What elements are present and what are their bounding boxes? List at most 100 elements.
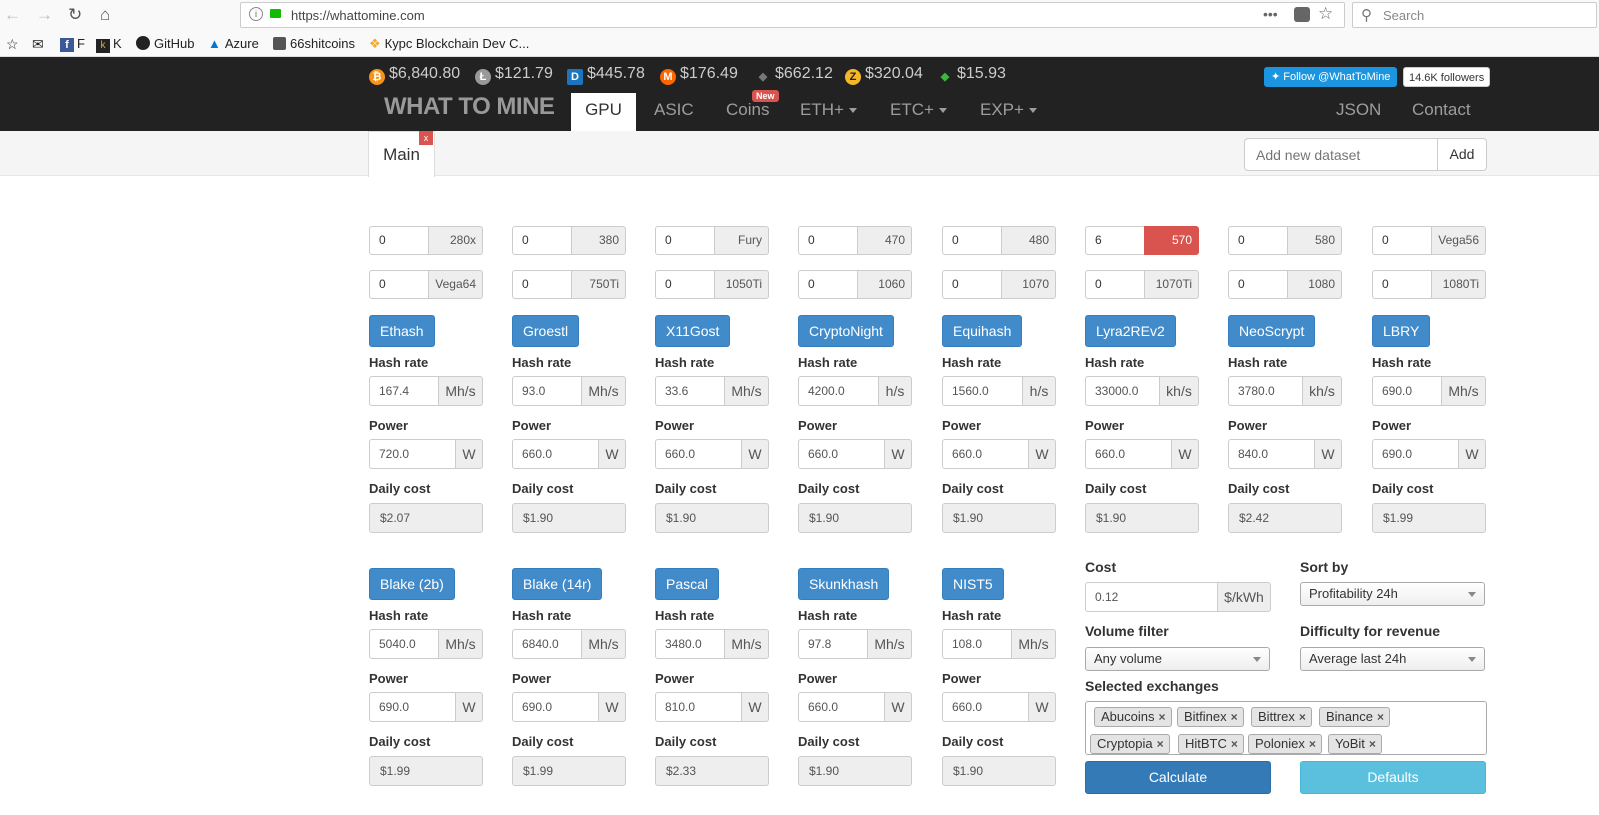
remove-exchange-icon[interactable]: × xyxy=(1309,737,1316,751)
algo-toggle-button[interactable]: Groestl xyxy=(512,315,580,347)
algo-toggle-button[interactable]: NIST5 xyxy=(942,568,1004,600)
hashrate-input[interactable]: 97.8 xyxy=(798,629,868,659)
pocket-icon[interactable] xyxy=(1294,7,1310,22)
bookmark-k[interactable]: kK xyxy=(96,36,122,53)
info-icon[interactable]: i xyxy=(249,7,263,21)
forward-icon[interactable]: → xyxy=(36,5,53,25)
nav-exp-plus[interactable]: EXP+ xyxy=(976,93,1041,131)
power-input[interactable]: 660.0 xyxy=(655,439,742,469)
nav-contact[interactable]: Contact xyxy=(1408,93,1475,131)
algo-toggle-button[interactable]: Blake (2b) xyxy=(369,568,455,600)
power-input[interactable]: 720.0 xyxy=(369,439,456,469)
nav-json[interactable]: JSON xyxy=(1332,93,1385,131)
nav-asic[interactable]: ASIC xyxy=(650,93,698,131)
power-input[interactable]: 660.0 xyxy=(942,439,1029,469)
gpu-count-input[interactable]: 0 xyxy=(1085,270,1145,299)
gpu-model-toggle[interactable]: Fury xyxy=(714,226,769,255)
browser-search-field[interactable]: ⚲ Search xyxy=(1352,2,1597,28)
gpu-count-input[interactable]: 0 xyxy=(942,270,1002,299)
hashrate-input[interactable]: 108.0 xyxy=(942,629,1012,659)
gpu-count-input[interactable]: 0 xyxy=(369,226,429,255)
power-input[interactable]: 660.0 xyxy=(942,692,1029,722)
gpu-count-input[interactable]: 0 xyxy=(512,270,572,299)
algo-toggle-button[interactable]: Lyra2REv2 xyxy=(1085,315,1176,347)
calculate-button[interactable]: Calculate xyxy=(1085,761,1271,794)
power-input[interactable]: 660.0 xyxy=(798,439,885,469)
reload-icon[interactable]: ↻ xyxy=(68,5,82,25)
power-input[interactable]: 840.0 xyxy=(1228,439,1315,469)
gpu-count-input[interactable]: 6 xyxy=(1085,226,1145,255)
twitter-follower-count[interactable]: 14.6K followers xyxy=(1403,67,1491,87)
gpu-count-input[interactable]: 0 xyxy=(1228,226,1288,255)
gpu-model-toggle[interactable]: 1080 xyxy=(1287,270,1342,299)
more-actions-icon[interactable]: ••• xyxy=(1263,6,1278,22)
defaults-button[interactable]: Defaults xyxy=(1300,761,1486,794)
url-text[interactable]: https://whattomine.com xyxy=(291,8,425,23)
gpu-model-toggle[interactable]: 470 xyxy=(857,226,912,255)
hashrate-input[interactable]: 4200.0 xyxy=(798,376,879,406)
exchanges-multiselect[interactable]: Abucoins × Bitfinex × Bittrex × Binance × Crypto… xyxy=(1085,701,1487,755)
hashrate-input[interactable]: 33000.0 xyxy=(1085,376,1160,406)
power-input[interactable]: 660.0 xyxy=(1085,439,1172,469)
gpu-model-toggle[interactable]: 750Ti xyxy=(571,270,626,299)
hashrate-input[interactable]: 5040.0 xyxy=(369,629,439,659)
gpu-model-toggle[interactable]: 580 xyxy=(1287,226,1342,255)
gpu-count-input[interactable]: 0 xyxy=(1372,226,1432,255)
algo-toggle-button[interactable]: X11Gost xyxy=(655,315,731,347)
gpu-model-toggle[interactable]: 480 xyxy=(1001,226,1056,255)
algo-toggle-button[interactable]: Blake (14r) xyxy=(512,568,603,600)
bookmark-star-icon[interactable]: ☆ xyxy=(1318,4,1333,24)
hashrate-input[interactable]: 690.0 xyxy=(1372,376,1442,406)
cost-input[interactable]: 0.12 xyxy=(1085,582,1218,612)
gpu-model-toggle[interactable]: 1070Ti xyxy=(1144,270,1199,299)
remove-exchange-icon[interactable]: × xyxy=(1299,710,1306,724)
algo-toggle-button[interactable]: CryptoNight xyxy=(798,315,894,347)
gpu-count-input[interactable]: 0 xyxy=(655,226,715,255)
close-tab-button[interactable]: x xyxy=(419,131,433,145)
algo-toggle-button[interactable]: Equihash xyxy=(942,315,1023,347)
bookmark-azure[interactable]: ▲ Azure xyxy=(208,36,259,51)
gpu-model-toggle[interactable]: 380 xyxy=(571,226,626,255)
algo-toggle-button[interactable]: LBRY xyxy=(1372,315,1431,347)
bookmark-github[interactable]: GitHub xyxy=(136,36,194,51)
gpu-count-input[interactable]: 0 xyxy=(512,226,572,255)
remove-exchange-icon[interactable]: × xyxy=(1377,710,1384,724)
remove-exchange-icon[interactable]: × xyxy=(1231,710,1238,724)
power-input[interactable]: 810.0 xyxy=(655,692,742,722)
new-dataset-input[interactable] xyxy=(1244,138,1438,171)
gpu-count-input[interactable]: 0 xyxy=(798,226,858,255)
gpu-model-toggle[interactable]: 1060 xyxy=(857,270,912,299)
gpu-model-toggle[interactable]: 1050Ti xyxy=(714,270,769,299)
gpu-count-input[interactable]: 0 xyxy=(369,270,429,299)
add-dataset-button[interactable]: Add xyxy=(1437,138,1487,171)
hashrate-input[interactable]: 93.0 xyxy=(512,376,582,406)
nav-gpu[interactable]: GPU xyxy=(571,93,636,131)
gpu-count-input[interactable]: 0 xyxy=(1228,270,1288,299)
power-input[interactable]: 690.0 xyxy=(512,692,599,722)
hashrate-input[interactable]: 33.6 xyxy=(655,376,725,406)
nav-eth-plus[interactable]: ETH+ xyxy=(796,93,861,131)
gpu-count-input[interactable]: 0 xyxy=(798,270,858,299)
gpu-model-toggle[interactable]: 570 xyxy=(1144,226,1199,255)
gpu-count-input[interactable]: 0 xyxy=(942,226,1002,255)
algo-toggle-button[interactable]: Skunkhash xyxy=(798,568,890,600)
algo-toggle-button[interactable]: Ethash xyxy=(369,315,435,347)
mail-icon[interactable]: ✉ xyxy=(32,36,44,53)
remove-exchange-icon[interactable]: × xyxy=(1369,737,1376,751)
site-logo[interactable]: WHAT TO MINE xyxy=(384,93,555,121)
twitter-follow-button[interactable]: ✦ Follow @WhatToMine xyxy=(1264,67,1398,87)
bookmark-f[interactable]: fF xyxy=(60,36,85,52)
power-input[interactable]: 690.0 xyxy=(369,692,456,722)
bookmark-blockchain-course[interactable]: ❖ Курс Blockchain Dev C... xyxy=(369,36,529,52)
sortby-select[interactable]: Profitability 24h xyxy=(1300,582,1485,606)
nav-etc-plus[interactable]: ETC+ xyxy=(886,93,951,131)
remove-exchange-icon[interactable]: × xyxy=(1158,710,1165,724)
gpu-model-toggle[interactable]: Vega56 xyxy=(1431,226,1486,255)
algo-toggle-button[interactable]: NeoScrypt xyxy=(1228,315,1316,347)
difficulty-select[interactable]: Average last 24h xyxy=(1300,647,1485,671)
gpu-model-toggle[interactable]: 1080Ti xyxy=(1431,270,1486,299)
hashrate-input[interactable]: 6840.0 xyxy=(512,629,582,659)
gpu-model-toggle[interactable]: 280x xyxy=(428,226,483,255)
hashrate-input[interactable]: 3480.0 xyxy=(655,629,725,659)
volume-filter-select[interactable]: Any volume xyxy=(1085,647,1270,671)
